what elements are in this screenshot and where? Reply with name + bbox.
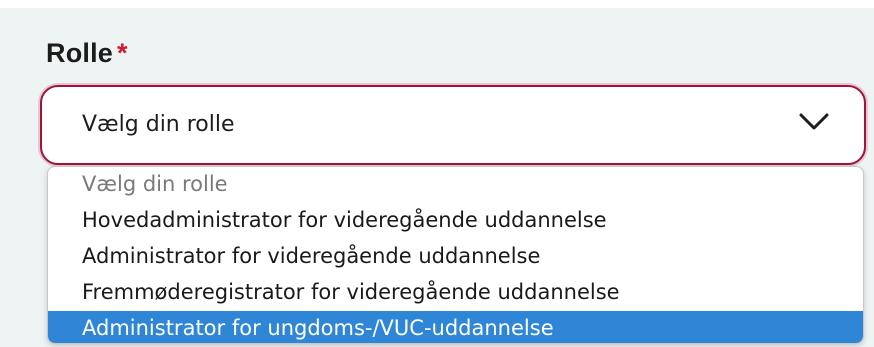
option-administrator-videregaaende[interactable]: Administrator for videregående uddannels… [48, 239, 863, 273]
option-fremmoederegistrator-videregaaende[interactable]: Fremmøderegistrator for videregående udd… [48, 275, 863, 309]
chevron-down-icon [799, 113, 829, 130]
option-placeholder[interactable]: Vælg din rolle [48, 167, 863, 201]
role-select-value: Vælg din rolle [82, 112, 235, 137]
role-select[interactable]: Vælg din rolle [40, 85, 866, 165]
option-hovedadministrator-videregaaende[interactable]: Hovedadministrator for videregående udda… [48, 203, 863, 237]
role-options-list: Vælg din rolle Hovedadministrator for vi… [47, 166, 864, 344]
role-field-label: Rolle * [46, 38, 128, 69]
option-administrator-ungdoms-vuc[interactable]: Administrator for ungdoms-/VUC-uddannels… [48, 311, 863, 343]
required-asterisk: * [117, 38, 128, 68]
role-label-text: Rolle [46, 38, 114, 68]
